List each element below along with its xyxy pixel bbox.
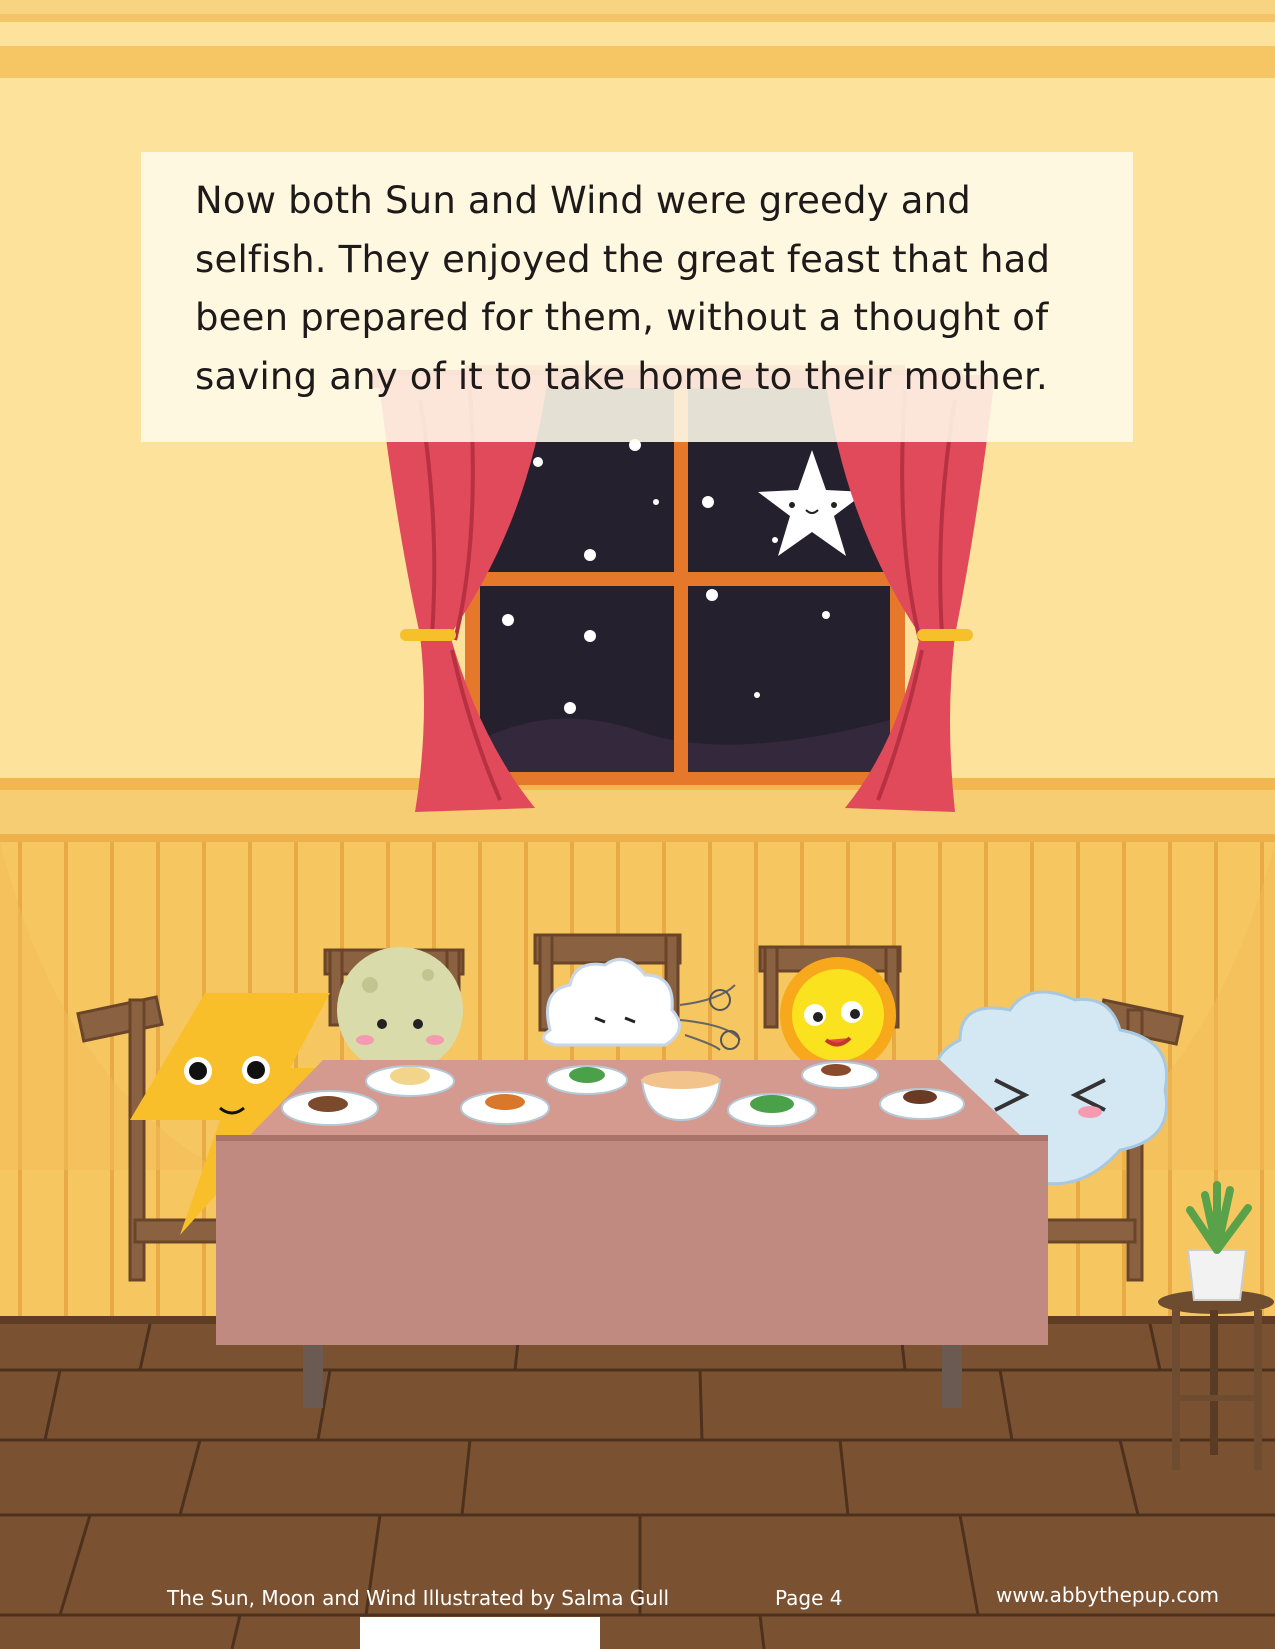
story-text-box: Now both Sun and Wind were greedy and se…	[141, 152, 1133, 442]
story-line: selfish. They enjoyed the great feast th…	[195, 237, 1051, 281]
story-line: Now both Sun and Wind were greedy and	[195, 179, 971, 222]
website-link[interactable]: www.abbythepup.com	[996, 1583, 1219, 1607]
footer-credit: The Sun, Moon and Wind Illustrated by Sa…	[167, 1586, 670, 1610]
story-line: saving any of it to take home to their m…	[195, 354, 1049, 398]
story-line: been prepared for them, without a though…	[195, 296, 1049, 339]
page-number: Page 4	[775, 1586, 843, 1610]
moon-character	[337, 947, 463, 1073]
sun-character	[780, 957, 896, 1073]
